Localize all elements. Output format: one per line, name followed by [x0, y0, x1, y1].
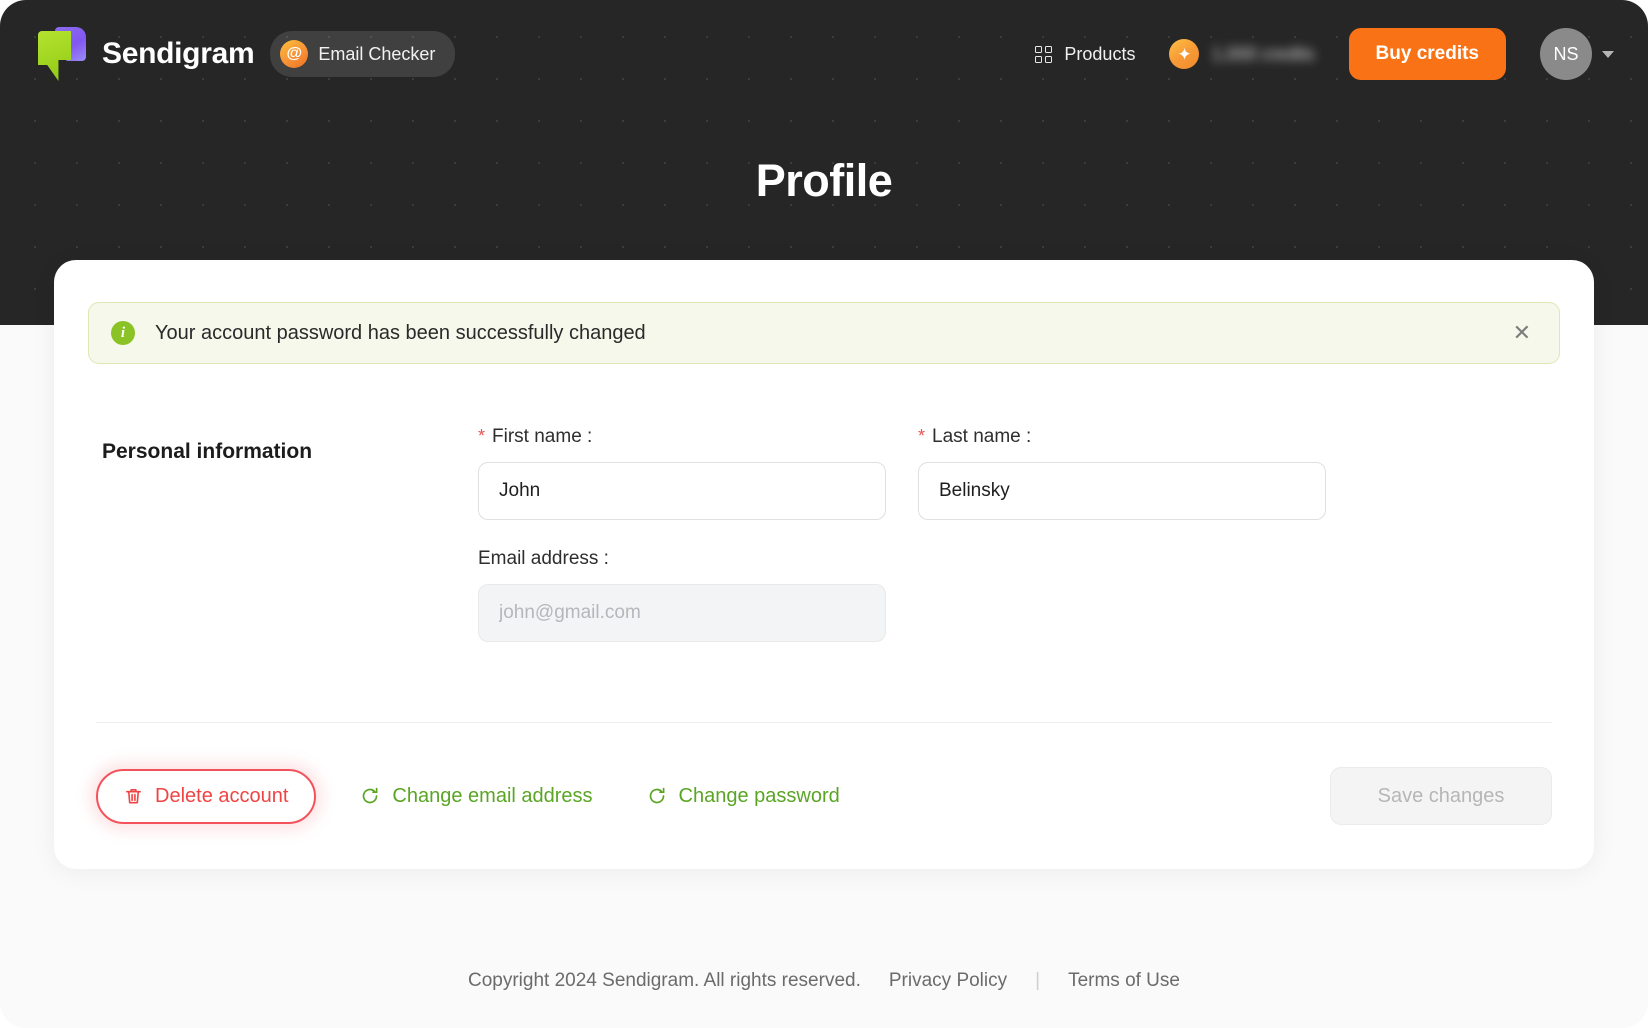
last-name-label: Last name : — [932, 426, 1032, 447]
required-asterisk: * — [918, 426, 926, 446]
trash-icon — [124, 786, 143, 806]
profile-card: i Your account password has been success… — [54, 260, 1594, 869]
change-password-button[interactable]: Change password — [639, 773, 848, 820]
profile-actions: Delete account Change email address Chan… — [88, 723, 1560, 869]
success-alert: i Your account password has been success… — [88, 302, 1560, 364]
product-pill-label: Email Checker — [318, 43, 436, 64]
personal-information-section: Personal information * First name : * L — [88, 426, 1560, 670]
form-fields: * First name : * Last name : — [478, 426, 1538, 670]
buy-credits-button[interactable]: Buy credits — [1348, 28, 1506, 80]
required-asterisk: * — [478, 426, 486, 446]
user-menu[interactable]: NS — [1540, 28, 1614, 80]
chevron-down-icon — [1602, 50, 1614, 58]
at-sign-icon: @ — [280, 40, 309, 68]
section-title: Personal information — [102, 440, 313, 463]
top-navigation-bar: Sendigram @ Email Checker Products ✦ 1,0… — [0, 0, 1648, 108]
footer-privacy-policy-link[interactable]: Privacy Policy — [889, 970, 1007, 992]
email-field-row: Email address : — [478, 548, 1538, 642]
brand-logo-group[interactable]: Sendigram — [38, 27, 255, 81]
email-field-group: Email address : — [478, 548, 886, 642]
page-title: Profile — [755, 155, 893, 206]
email-label: Email address : — [478, 548, 609, 569]
delete-account-highlight[interactable]: Delete account — [96, 768, 317, 824]
last-name-label-row: * Last name : — [918, 426, 1326, 448]
credits-indicator[interactable]: ✦ 1,000 credits — [1169, 39, 1315, 69]
avatar: NS — [1540, 28, 1592, 80]
email-input — [478, 584, 886, 642]
grid-icon — [1035, 45, 1053, 63]
footer-terms-link[interactable]: Terms of Use — [1068, 970, 1180, 992]
credit-coin-icon: ✦ — [1169, 39, 1200, 69]
refresh-icon — [647, 786, 667, 806]
first-name-label-row: * First name : — [478, 426, 886, 448]
name-field-row: * First name : * Last name : — [478, 426, 1538, 520]
brand-name: Sendigram — [102, 37, 255, 70]
credits-amount: 1,000 credits — [1211, 43, 1315, 64]
delete-account-button[interactable]: Delete account — [116, 773, 296, 820]
alert-message: Your account password has been successfu… — [155, 321, 646, 344]
nav-item-products-label: Products — [1064, 43, 1136, 64]
app-root: Sendigram @ Email Checker Products ✦ 1,0… — [0, 0, 1648, 1028]
last-name-input[interactable] — [918, 462, 1326, 520]
save-changes-button[interactable]: Save changes — [1330, 767, 1552, 825]
delete-account-label: Delete account — [155, 784, 289, 807]
top-navigation-right: Products ✦ 1,000 credits Buy credits NS — [1035, 28, 1614, 80]
change-password-label: Change password — [678, 784, 840, 807]
sendigram-logo-icon — [38, 27, 86, 81]
close-icon[interactable]: ✕ — [1507, 320, 1537, 346]
first-name-field-group: * First name : — [478, 426, 886, 520]
footer-copyright: Copyright 2024 Sendigram. All rights res… — [468, 970, 861, 991]
refresh-icon — [360, 786, 380, 806]
first-name-input[interactable] — [478, 462, 886, 520]
info-icon: i — [111, 321, 135, 345]
footer-separator: | — [1035, 970, 1041, 991]
change-email-label: Change email address — [392, 784, 593, 807]
product-pill-email-checker[interactable]: @ Email Checker — [270, 31, 456, 77]
change-email-button[interactable]: Change email address — [352, 773, 600, 820]
last-name-field-group: * Last name : — [918, 426, 1326, 520]
first-name-label: First name : — [492, 426, 593, 447]
nav-item-products[interactable]: Products — [1035, 44, 1135, 65]
footer: Copyright 2024 Sendigram. All rights res… — [0, 970, 1648, 992]
email-label-row: Email address : — [478, 548, 886, 570]
